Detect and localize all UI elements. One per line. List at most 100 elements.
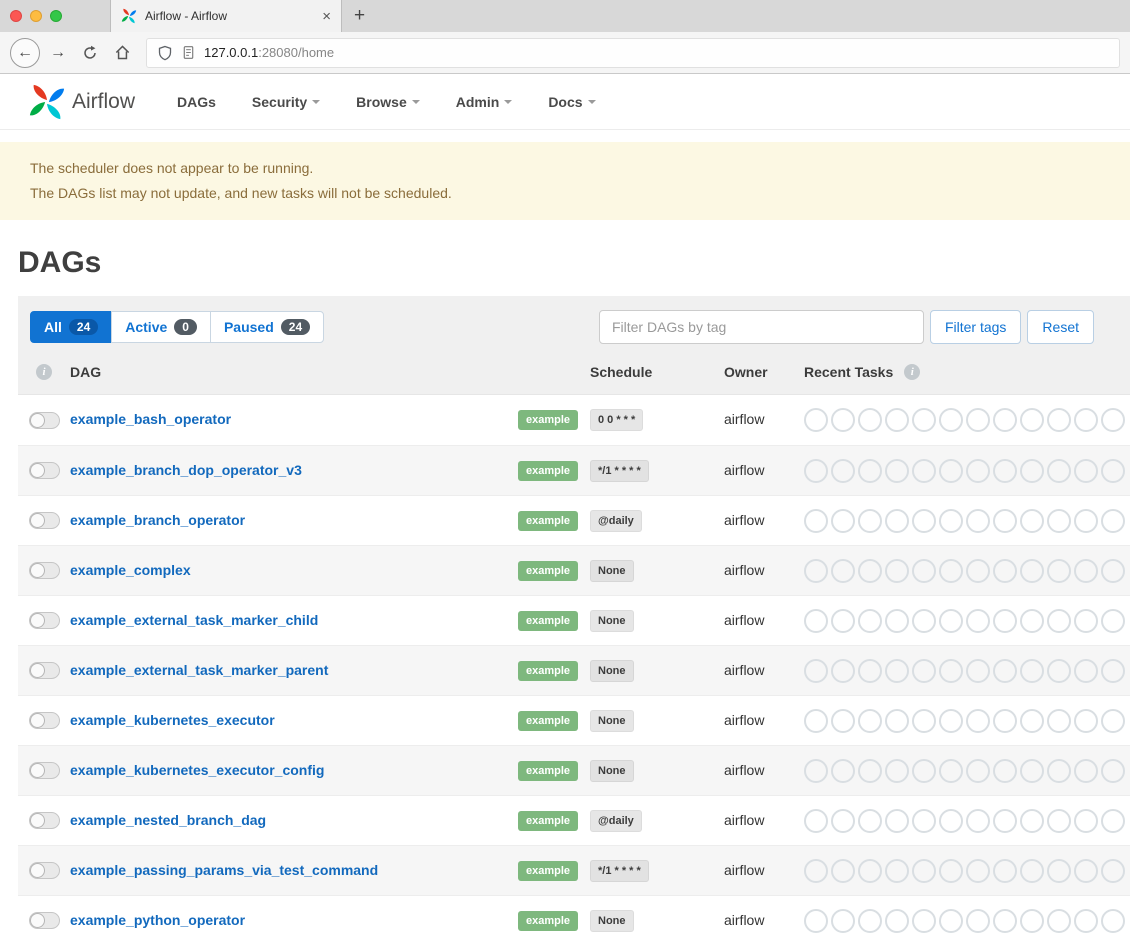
dag-link[interactable]: example_python_operator: [70, 912, 245, 928]
dag-tag-badge[interactable]: example: [518, 811, 578, 831]
dag-tag-badge[interactable]: example: [518, 861, 578, 881]
pause-toggle[interactable]: [29, 662, 60, 679]
nav-item-browse[interactable]: Browse: [356, 94, 420, 110]
table-row: example_branch_dop_operator_v3 example *…: [18, 445, 1130, 495]
home-button[interactable]: [108, 39, 136, 67]
dag-tag-badge[interactable]: example: [518, 711, 578, 731]
toggle-knob: [30, 713, 45, 728]
schedule-badge[interactable]: 0 0 * * *: [590, 409, 643, 431]
task-state-circle: [1020, 909, 1044, 933]
dag-link[interactable]: example_external_task_marker_child: [70, 612, 318, 628]
task-state-circle: [1074, 859, 1098, 883]
owner-label: airflow: [724, 612, 764, 628]
filter-tab-active[interactable]: Active0: [111, 311, 211, 343]
back-button[interactable]: ←: [10, 38, 40, 68]
filter-dags-by-tag-input[interactable]: [599, 310, 924, 344]
column-header-dag[interactable]: DAG: [70, 364, 518, 380]
dag-tag-badge[interactable]: example: [518, 561, 578, 581]
pause-toggle[interactable]: [29, 712, 60, 729]
task-state-circle: [858, 709, 882, 733]
pause-toggle[interactable]: [29, 512, 60, 529]
zoom-window-button[interactable]: [50, 10, 62, 22]
shield-icon[interactable]: [157, 45, 173, 61]
reload-button[interactable]: [76, 39, 104, 67]
dag-link[interactable]: example_bash_operator: [70, 411, 231, 427]
dag-tag-badge[interactable]: example: [518, 911, 578, 931]
dag-link[interactable]: example_external_task_marker_parent: [70, 662, 328, 678]
close-window-button[interactable]: [10, 10, 22, 22]
minimize-window-button[interactable]: [30, 10, 42, 22]
filter-tab-paused[interactable]: Paused24: [210, 311, 324, 343]
column-header-schedule[interactable]: Schedule: [590, 364, 724, 380]
reset-button[interactable]: Reset: [1027, 310, 1094, 344]
task-state-circle: [993, 859, 1017, 883]
task-state-circle: [1047, 909, 1071, 933]
schedule-badge[interactable]: None: [590, 560, 634, 582]
dag-tag-badge[interactable]: example: [518, 511, 578, 531]
task-state-circle: [1101, 509, 1125, 533]
task-state-circle: [858, 559, 882, 583]
filter-tab-all[interactable]: All24: [30, 311, 112, 343]
owner-label: airflow: [724, 562, 764, 578]
schedule-badge[interactable]: None: [590, 910, 634, 932]
task-state-circle: [912, 509, 936, 533]
schedule-badge[interactable]: */1 * * * *: [590, 860, 649, 882]
pause-toggle[interactable]: [29, 812, 60, 829]
task-state-circle: [804, 709, 828, 733]
schedule-badge[interactable]: None: [590, 610, 634, 632]
airflow-brand[interactable]: Airflow: [28, 83, 135, 121]
filter-tags-button[interactable]: Filter tags: [930, 310, 1021, 344]
chevron-down-icon: [588, 100, 596, 104]
task-state-circle: [912, 809, 936, 833]
dag-tag-badge[interactable]: example: [518, 611, 578, 631]
url-bar-input[interactable]: 127.0.0.1:28080/home: [146, 38, 1120, 68]
dag-link[interactable]: example_branch_dop_operator_v3: [70, 462, 302, 478]
dag-link[interactable]: example_nested_branch_dag: [70, 812, 266, 828]
nav-item-docs[interactable]: Docs: [548, 94, 595, 110]
dag-tag-badge[interactable]: example: [518, 761, 578, 781]
nav-item-security[interactable]: Security: [252, 94, 320, 110]
task-state-circle: [831, 408, 855, 432]
dag-tag-badge[interactable]: example: [518, 661, 578, 681]
task-state-circle: [831, 709, 855, 733]
pause-toggle[interactable]: [29, 912, 60, 929]
pause-toggle[interactable]: [29, 412, 60, 429]
task-state-circle: [1020, 759, 1044, 783]
pause-toggle[interactable]: [29, 762, 60, 779]
browser-tab-strip: Airflow - Airflow × +: [0, 0, 1130, 32]
schedule-badge[interactable]: @daily: [590, 510, 642, 532]
toggle-knob: [30, 863, 45, 878]
schedule-badge[interactable]: @daily: [590, 810, 642, 832]
schedule-badge[interactable]: None: [590, 710, 634, 732]
browser-tab[interactable]: Airflow - Airflow ×: [110, 0, 342, 32]
dag-link[interactable]: example_passing_params_via_test_command: [70, 862, 378, 878]
schedule-badge[interactable]: */1 * * * *: [590, 460, 649, 482]
pause-toggle[interactable]: [29, 462, 60, 479]
toggle-knob: [30, 913, 45, 928]
dag-link[interactable]: example_kubernetes_executor_config: [70, 762, 324, 778]
close-tab-icon[interactable]: ×: [322, 9, 331, 24]
new-tab-button[interactable]: +: [342, 0, 377, 32]
page-info-icon[interactable]: [181, 45, 196, 60]
schedule-badge[interactable]: None: [590, 660, 634, 682]
pause-toggle[interactable]: [29, 612, 60, 629]
dag-tag-badge[interactable]: example: [518, 410, 578, 430]
dag-tag-badge[interactable]: example: [518, 461, 578, 481]
pause-toggle[interactable]: [29, 562, 60, 579]
task-state-circle: [831, 909, 855, 933]
task-state-circle: [1101, 709, 1125, 733]
task-state-circle: [831, 759, 855, 783]
forward-button[interactable]: →: [44, 39, 72, 67]
info-icon: i: [36, 364, 52, 380]
dag-link[interactable]: example_complex: [70, 562, 191, 578]
dag-link[interactable]: example_branch_operator: [70, 512, 245, 528]
pause-toggle[interactable]: [29, 862, 60, 879]
url-host: 127.0.0.1: [204, 45, 258, 60]
column-header-owner[interactable]: Owner: [724, 364, 804, 380]
dag-link[interactable]: example_kubernetes_executor: [70, 712, 275, 728]
nav-item-dags[interactable]: DAGs: [177, 94, 216, 110]
schedule-badge[interactable]: None: [590, 760, 634, 782]
nav-item-admin[interactable]: Admin: [456, 94, 513, 110]
task-state-circle: [804, 609, 828, 633]
column-header-recent-tasks[interactable]: Recent Tasks: [804, 364, 893, 380]
